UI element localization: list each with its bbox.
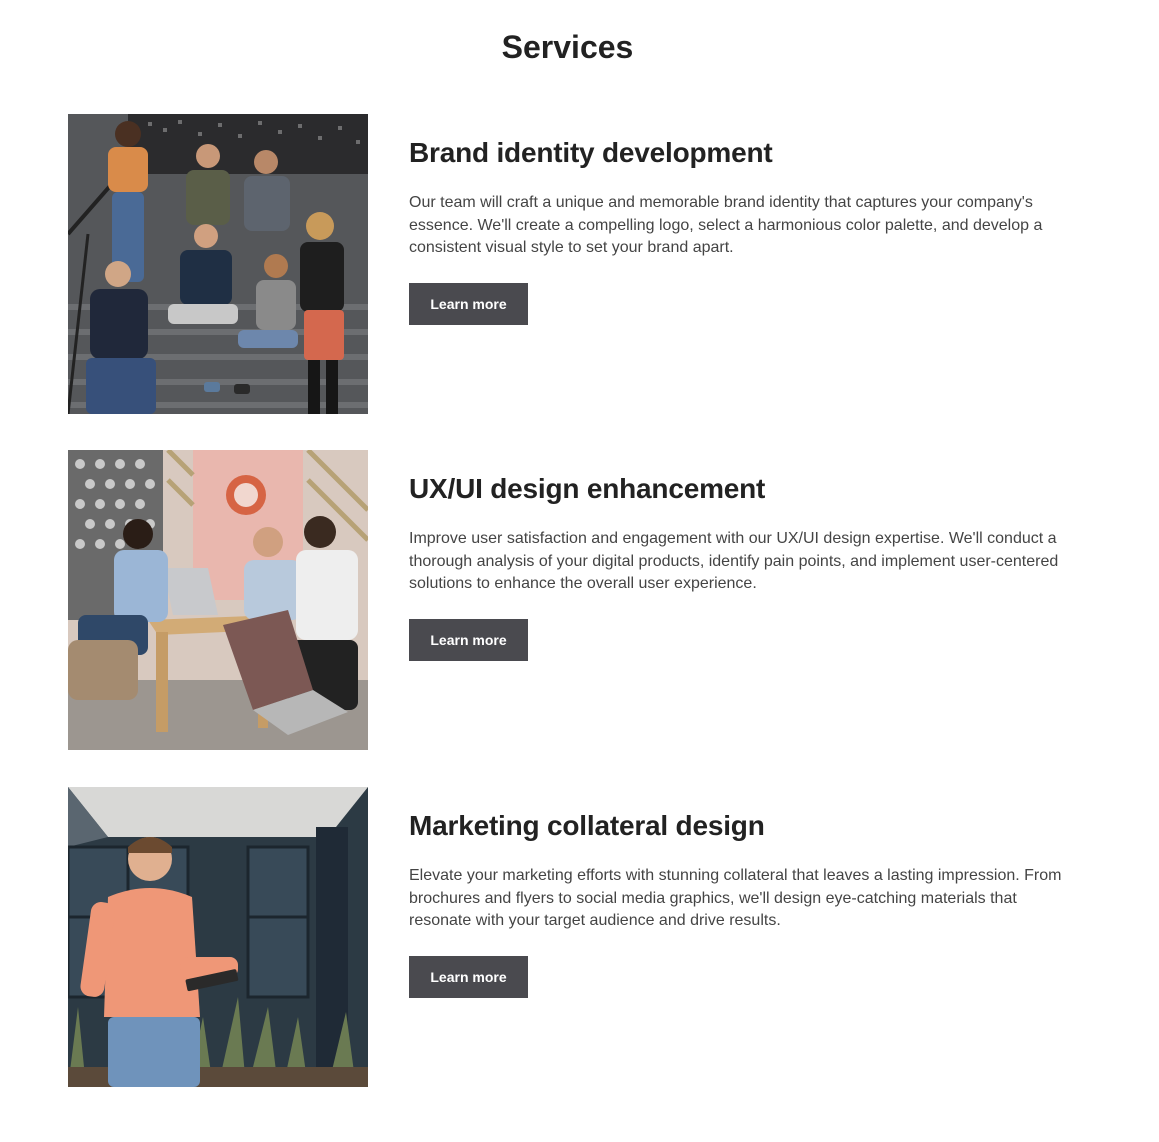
service-description: Improve user satisfaction and engagement… — [409, 530, 1059, 592]
team-meeting-laptops-photo — [68, 450, 368, 750]
service-description: Our team will craft a unique and memorab… — [409, 194, 1043, 256]
page-title: Services — [501, 29, 634, 65]
service-card-marketing-collateral: Marketing collateral design Elevate your… — [68, 787, 1078, 1087]
service-content: Brand identity development Our team will… — [409, 136, 1074, 325]
service-content: Marketing collateral design Elevate your… — [409, 809, 1074, 998]
service-content: UX/UI design enhancement Improve user sa… — [409, 472, 1074, 661]
team-on-stairs-photo — [68, 114, 368, 414]
learn-more-button[interactable]: Learn more — [409, 955, 528, 998]
learn-more-button[interactable]: Learn more — [409, 618, 528, 661]
service-card-brand-identity: Brand identity development Our team will… — [68, 114, 1078, 414]
learn-more-button[interactable]: Learn more — [409, 282, 528, 325]
service-heading: Marketing collateral design — [409, 810, 765, 841]
service-heading: Brand identity development — [409, 137, 773, 168]
service-card-ux-ui: UX/UI design enhancement Improve user sa… — [68, 450, 1078, 750]
services-page: Services Brand identity development Our … — [0, 0, 1159, 1142]
service-description: Elevate your marketing efforts with stun… — [409, 867, 1062, 929]
man-with-tablet-photo — [68, 787, 368, 1087]
service-heading: UX/UI design enhancement — [409, 473, 766, 504]
